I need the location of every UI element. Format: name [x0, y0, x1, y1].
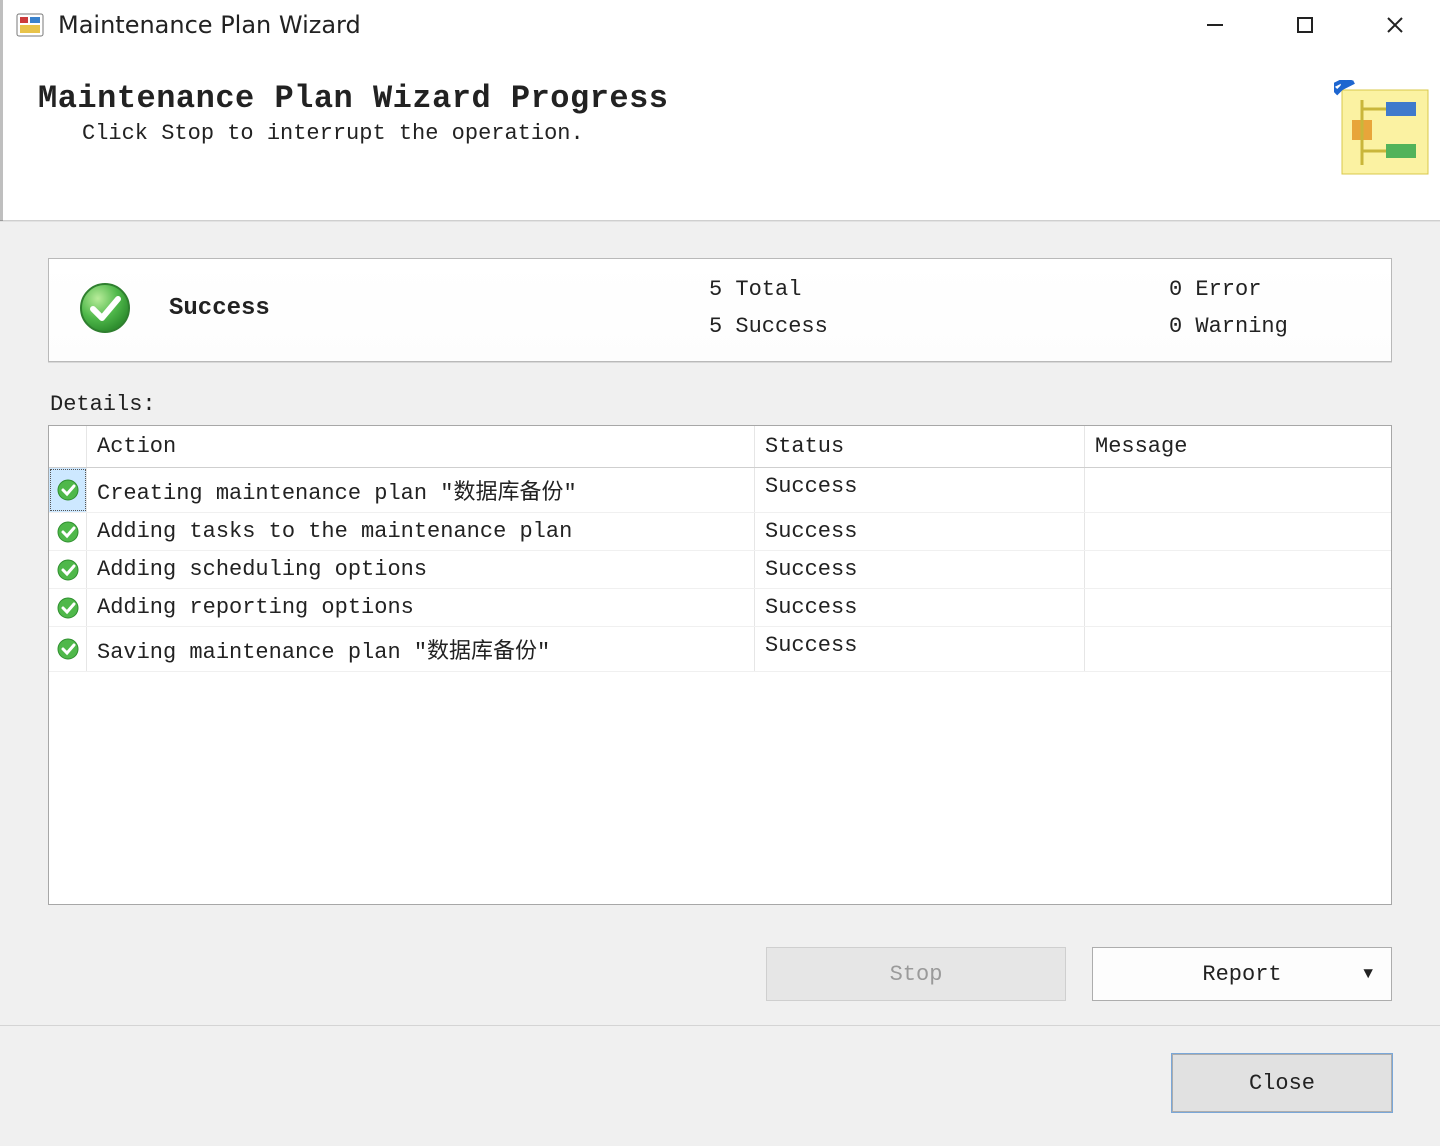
summary-counts: 5 Total 5 Success 0 Error 0 Warning [709, 277, 1369, 339]
cell-status: Success [755, 468, 1085, 512]
count-total: 5 Total [709, 277, 909, 302]
col-header-action[interactable]: Action [87, 426, 755, 467]
cell-action: Creating maintenance plan "数据库备份" [87, 468, 755, 512]
cell-action: Adding reporting options [87, 589, 755, 626]
table-row[interactable]: Saving maintenance plan "数据库备份" Success [49, 627, 1391, 672]
row-status-icon [49, 468, 87, 512]
action-buttons: Stop Report ▼ [48, 947, 1392, 1001]
stop-button: Stop [766, 947, 1066, 1001]
wizard-header-text: Maintenance Plan Wizard Progress Click S… [38, 80, 669, 146]
page-title: Maintenance Plan Wizard Progress [38, 80, 669, 117]
details-grid[interactable]: Action Status Message Creating maintenan… [48, 425, 1392, 905]
success-check-icon [77, 280, 133, 336]
cell-status: Success [755, 551, 1085, 588]
details-label: Details: [50, 392, 1392, 417]
count-warning: 0 Warning [1169, 314, 1369, 339]
close-button[interactable]: Close [1172, 1054, 1392, 1112]
cell-status: Success [755, 513, 1085, 550]
titlebar-left: Maintenance Plan Wizard [16, 11, 361, 39]
minimize-button[interactable] [1170, 0, 1260, 50]
table-row[interactable]: Creating maintenance plan "数据库备份" Succes… [49, 468, 1391, 513]
page-subtitle: Click Stop to interrupt the operation. [82, 121, 669, 146]
cell-message [1085, 627, 1391, 671]
cell-action: Saving maintenance plan "数据库备份" [87, 627, 755, 671]
cell-message [1085, 551, 1391, 588]
report-button[interactable]: Report ▼ [1092, 947, 1392, 1001]
close-window-button[interactable] [1350, 0, 1440, 50]
cell-action: Adding scheduling options [87, 551, 755, 588]
row-status-icon [49, 627, 87, 671]
footer-bar: Close [0, 1025, 1440, 1146]
table-row[interactable]: Adding tasks to the maintenance plan Suc… [49, 513, 1391, 551]
col-header-icon [49, 426, 87, 467]
report-button-label: Report [1202, 962, 1281, 987]
row-status-icon [49, 513, 87, 550]
wizard-header-icon [1334, 80, 1434, 180]
wizard-app-icon [16, 11, 44, 39]
count-error: 0 Error [1169, 277, 1369, 302]
grid-header: Action Status Message [49, 426, 1391, 468]
table-row[interactable]: Adding scheduling options Success [49, 551, 1391, 589]
table-row[interactable]: Adding reporting options Success [49, 589, 1391, 627]
col-header-message[interactable]: Message [1085, 426, 1391, 467]
cell-message [1085, 468, 1391, 512]
wizard-header: Maintenance Plan Wizard Progress Click S… [0, 50, 1440, 220]
cell-action: Adding tasks to the maintenance plan [87, 513, 755, 550]
content-area: Success 5 Total 5 Success 0 Error 0 Warn… [0, 221, 1440, 1025]
maximize-button[interactable] [1260, 0, 1350, 50]
window-title: Maintenance Plan Wizard [58, 11, 361, 39]
summary-panel: Success 5 Total 5 Success 0 Error 0 Warn… [48, 258, 1392, 362]
cell-status: Success [755, 589, 1085, 626]
count-success: 5 Success [709, 314, 909, 339]
cell-message [1085, 589, 1391, 626]
cell-message [1085, 513, 1391, 550]
row-status-icon [49, 589, 87, 626]
row-status-icon [49, 551, 87, 588]
col-header-status[interactable]: Status [755, 426, 1085, 467]
window-controls [1170, 0, 1440, 50]
dropdown-arrow-icon: ▼ [1363, 965, 1373, 983]
cell-status: Success [755, 627, 1085, 671]
titlebar: Maintenance Plan Wizard [0, 0, 1440, 50]
summary-status-label: Success [165, 295, 270, 322]
